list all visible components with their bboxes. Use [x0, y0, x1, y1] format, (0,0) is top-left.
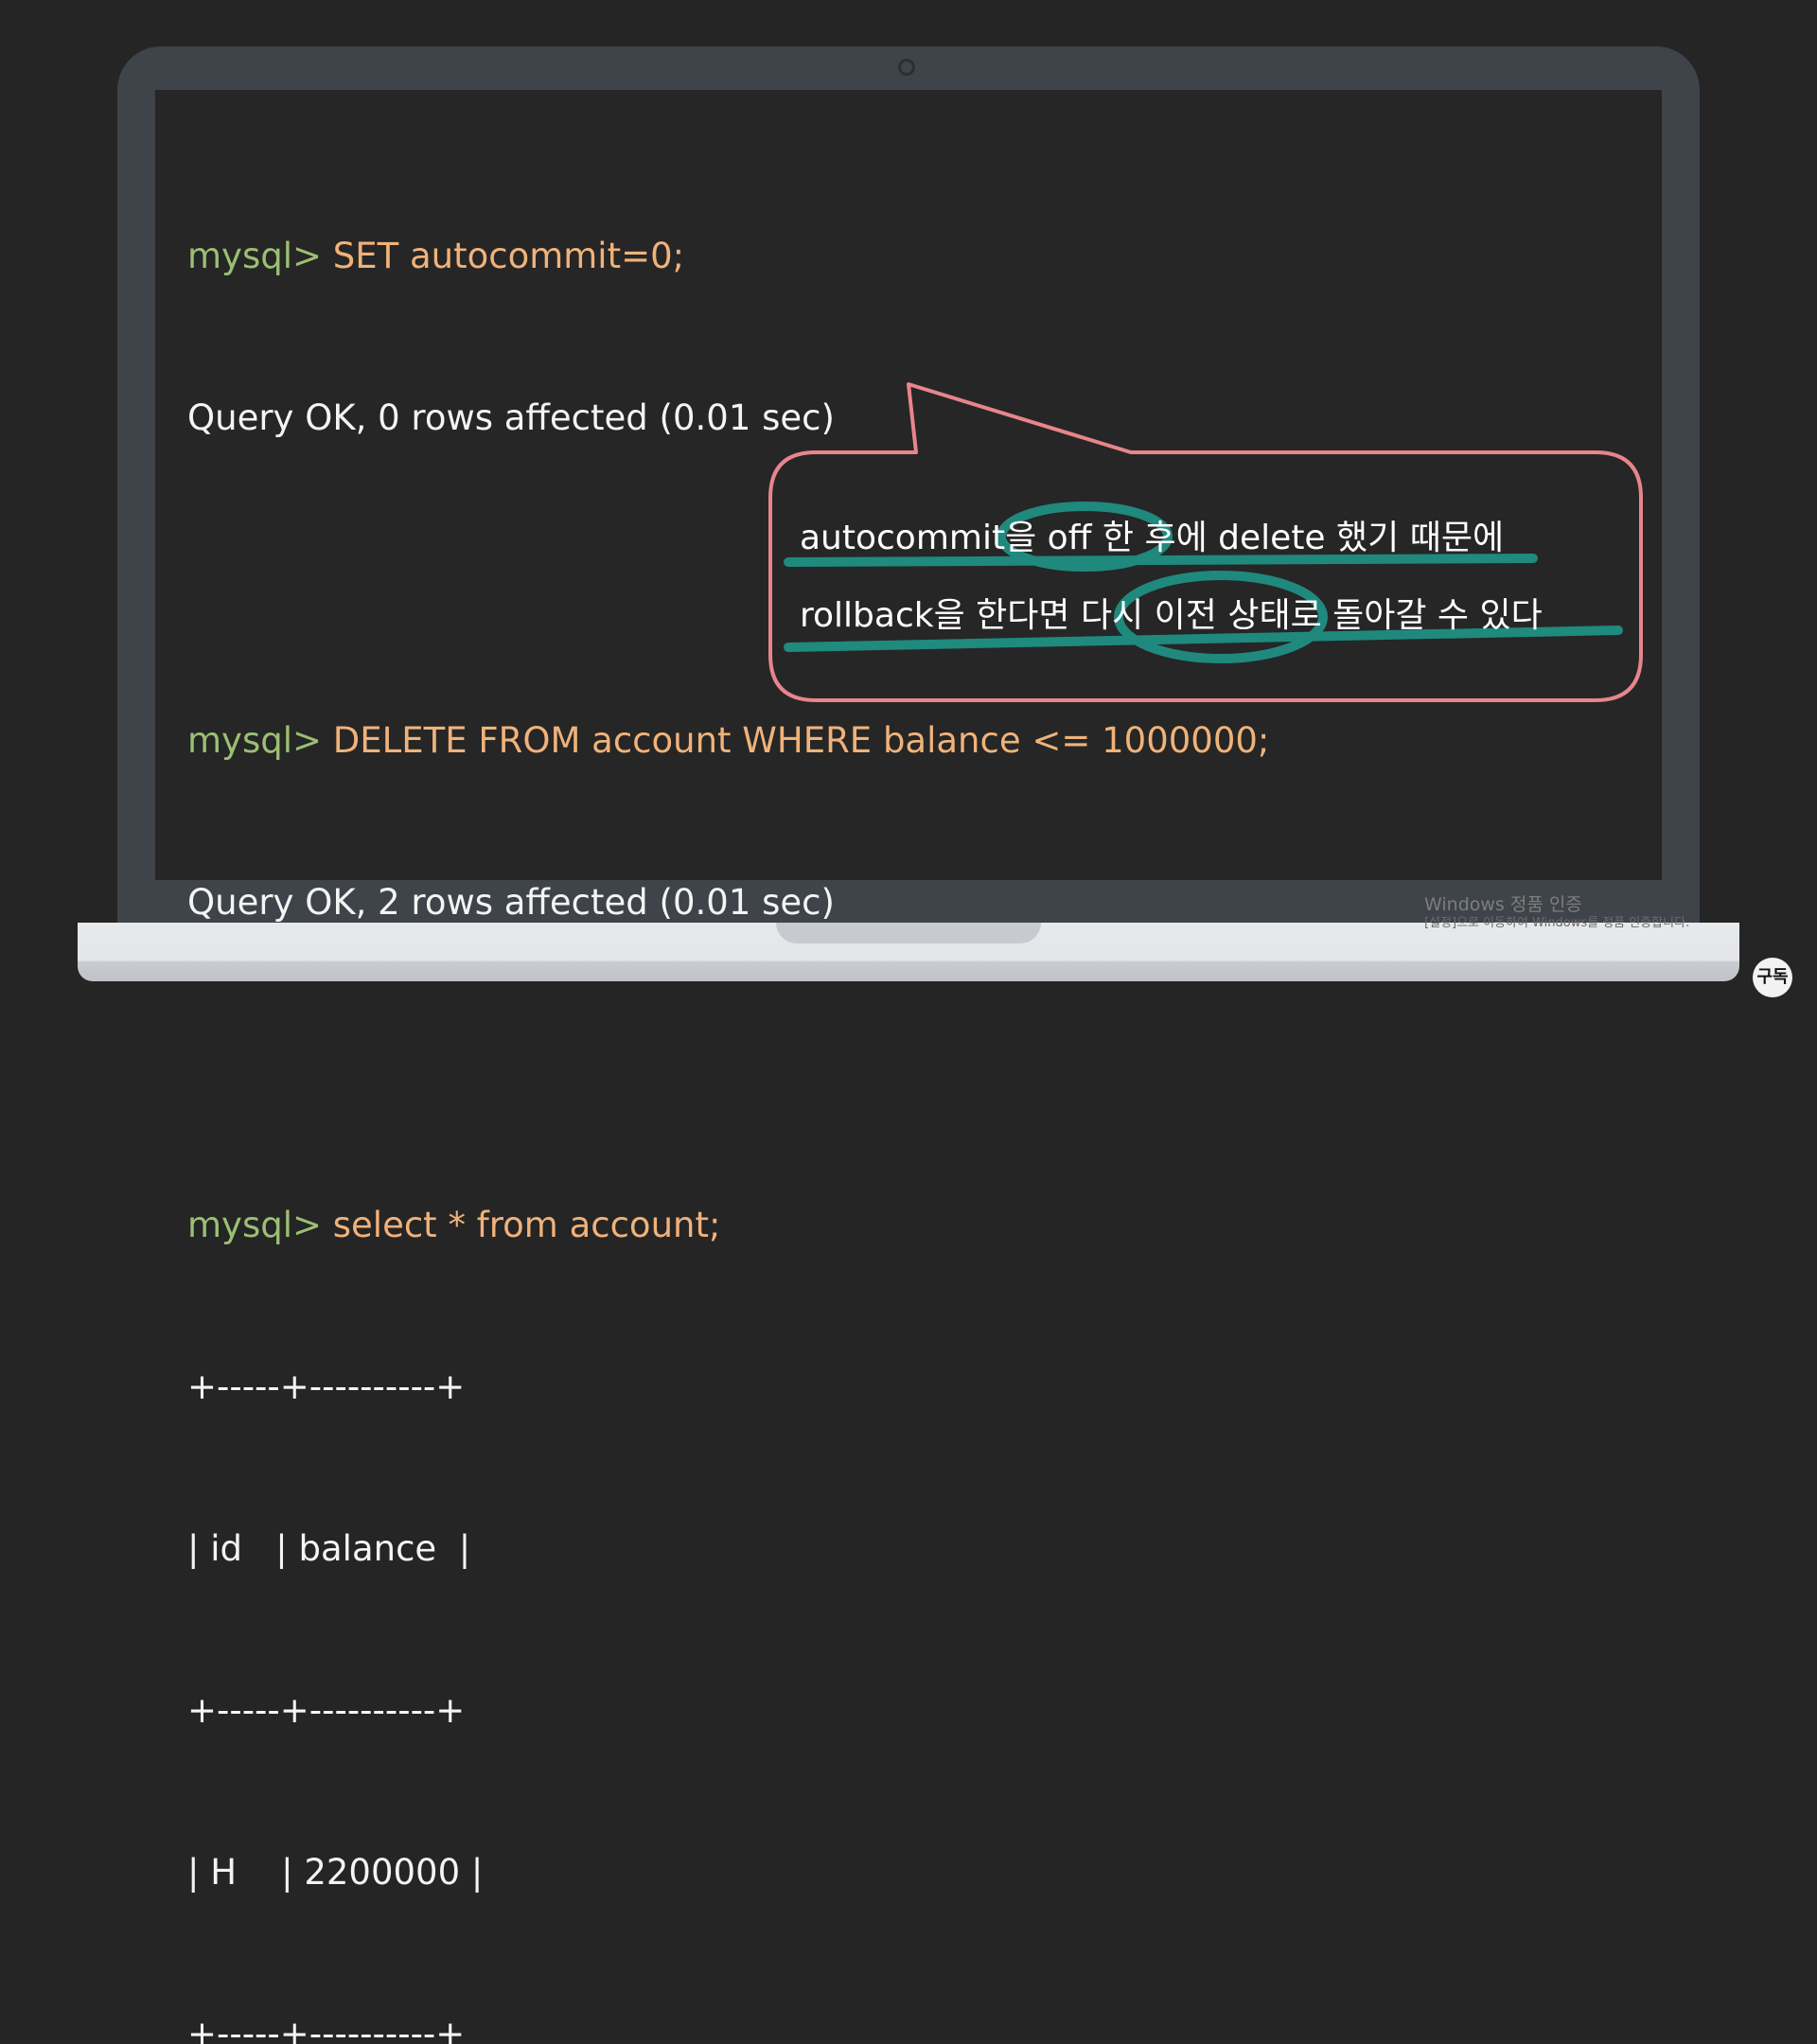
bubble-line-1: autocommit을 off 한 후에 delete 했기 때문에: [800, 519, 1505, 557]
bubble-line-2: rollback을 한다면 다시 이전 상태로 돌아갈 수 있다: [800, 596, 1543, 635]
prompt: mysql>: [187, 1205, 322, 1245]
table-header: | id | balance |: [187, 1528, 471, 1569]
table-border-mid: +-----+----------+: [187, 1690, 466, 1731]
watermark-subtitle: [설정]으로 이동하여 Windows를 정품 인증합니다.: [1424, 916, 1690, 930]
watermark-title: Windows 정품 인증: [1424, 894, 1582, 915]
windows-activation-watermark: Windows 정품 인증 [설정]으로 이동하여 Windows를 정품 인증…: [1424, 893, 1689, 931]
table-border-top: +-----+----------+: [187, 1366, 466, 1407]
speech-bubble-text: autocommit을 off 한 후에 delete 했기 때문에 rollb…: [800, 513, 1543, 668]
command-text: select * from account;: [321, 1205, 721, 1245]
command-line-3: mysql> select * from account;: [187, 1198, 1269, 1252]
subscribe-button[interactable]: 구독: [1753, 958, 1792, 997]
table-border-bottom: +-----+----------+: [187, 2014, 466, 2044]
table-row: | H | 2200000 |: [187, 1852, 484, 1893]
laptop-base-notch: [776, 923, 1041, 943]
speech-bubble: [768, 382, 1643, 702]
